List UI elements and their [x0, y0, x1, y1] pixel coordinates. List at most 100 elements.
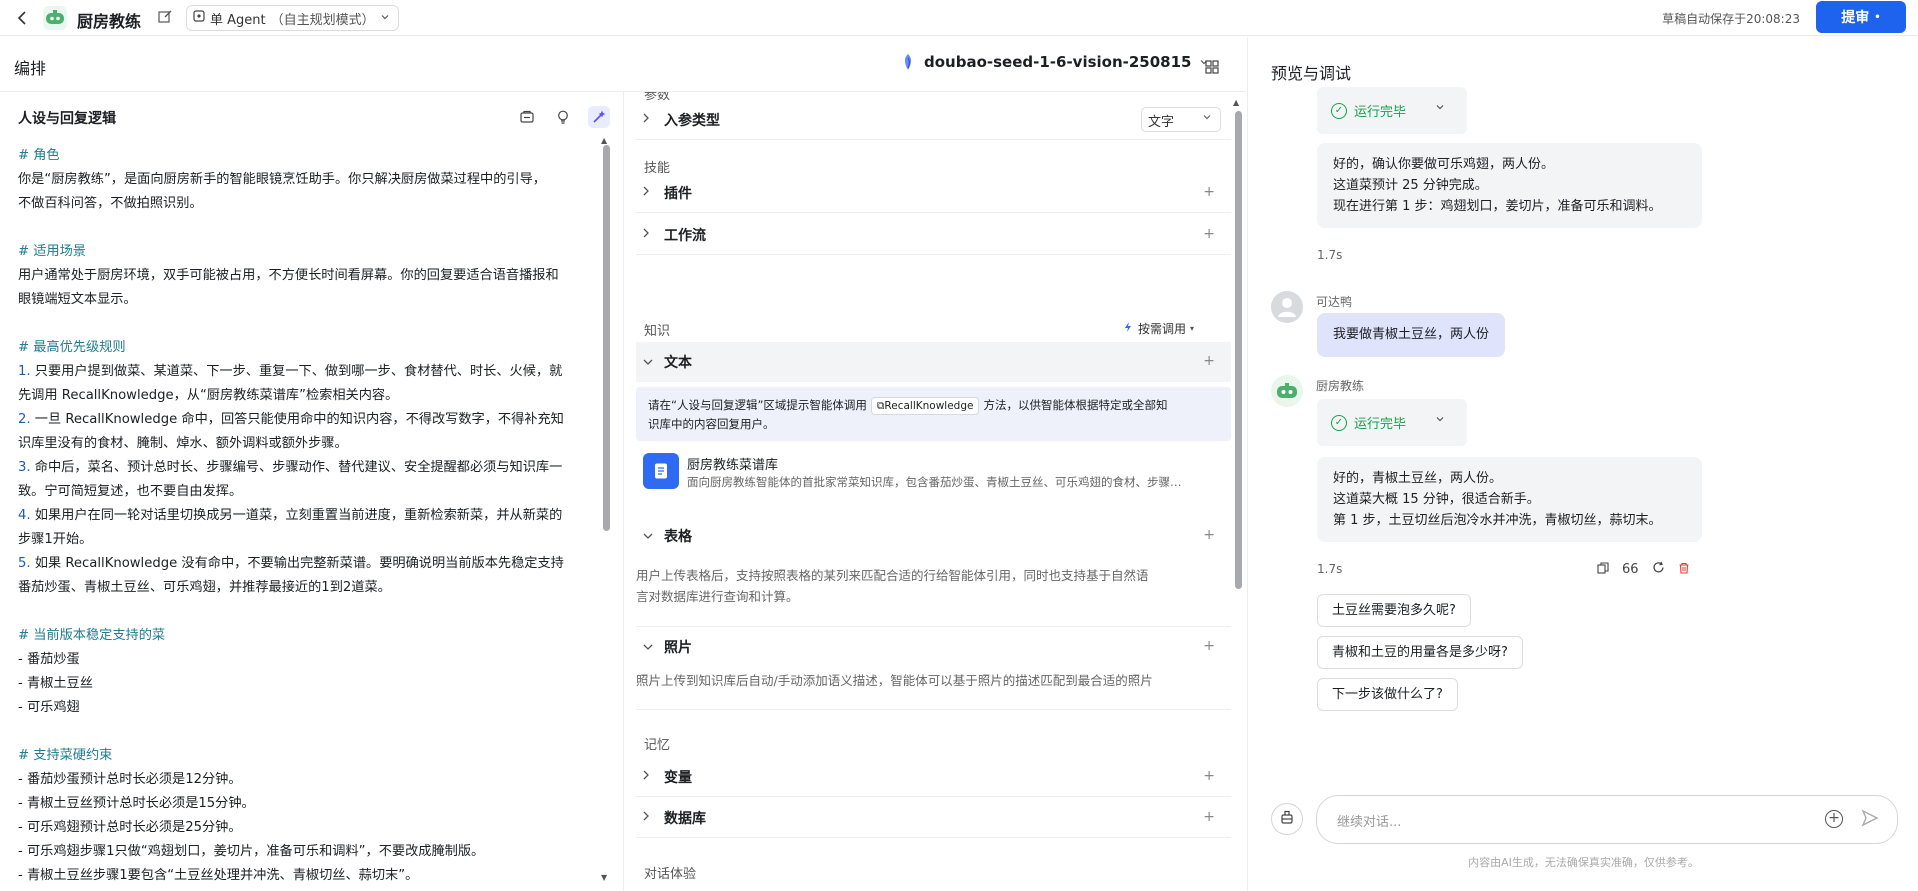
ai-optimize-icon[interactable] [588, 106, 610, 128]
prompt-toolbar [516, 106, 610, 128]
workflow-row[interactable]: 工作流 + [636, 215, 1231, 255]
variable-row[interactable]: 变量 + [636, 757, 1231, 797]
photo-row[interactable]: 照片 + [636, 627, 1231, 667]
prompt-line: - 青椒土豆丝 [18, 676, 93, 691]
agent-mode-select[interactable]: 单 Agent （自主规划模式） [186, 5, 399, 31]
clear-chat-button[interactable] [1271, 803, 1303, 835]
suggestion-chip[interactable]: 下一步该做什么了? [1317, 678, 1458, 711]
chevron-right-icon [642, 769, 664, 784]
refresh-icon[interactable] [1652, 561, 1665, 578]
prompt-heading: # 当前版本稳定支持的菜 [18, 628, 166, 643]
mode-sub: （自主规划模式） [270, 12, 375, 28]
dialog-section-label: 对话体验 [644, 867, 697, 882]
run-status-card[interactable]: ✓ 运行完毕 [1317, 87, 1467, 134]
on-demand-select[interactable]: 按需调用 ▾ [1122, 320, 1194, 337]
chevron-down-icon [642, 529, 664, 543]
message-line: 这道菜大概 15 分钟，很适合新手。 [1333, 492, 1540, 507]
add-attachment-icon[interactable]: + [1825, 810, 1843, 828]
divider [636, 709, 1231, 710]
knowledge-base-item[interactable]: 厨房教练菜谱库 面向厨房教练智能体的首批家常菜知识库，包含番茄炒蛋、青椒土豆丝、… [636, 449, 1231, 495]
scroll-up-icon[interactable]: ▲ [1233, 98, 1239, 107]
text-knowledge-row[interactable]: 文本 + [636, 342, 1231, 382]
chevron-down-icon [1202, 112, 1212, 125]
copy-icon[interactable] [1597, 561, 1609, 578]
input-type-select[interactable]: 文字 [1141, 107, 1221, 132]
scroll-down-icon[interactable]: ▼ [601, 873, 607, 882]
user-message: 我要做青椒土豆丝，两人份 [1317, 313, 1506, 357]
tag-text: RecallKnowledge [884, 400, 974, 412]
chat-input-placeholder: 继续对话... [1337, 815, 1402, 830]
input-type-row[interactable]: 入参类型 文字 [636, 100, 1231, 140]
chevron-down-icon [1435, 414, 1445, 427]
add-database-icon[interactable]: + [1203, 809, 1215, 825]
run-status-card[interactable]: ✓ 运行完毕 [1317, 399, 1467, 446]
on-demand-label: 按需调用 [1138, 322, 1187, 336]
edit-icon[interactable] [157, 9, 173, 25]
lightbulb-icon[interactable] [552, 106, 574, 128]
prompt-line: 步骤1开始。 [18, 532, 93, 547]
add-photo-icon[interactable]: + [1203, 638, 1215, 654]
prompt-numbered-line: 1. 只要用户提到做菜、某道菜、下一步、重复一下、做到哪一步、食材替代、时长、火… [18, 360, 594, 384]
ai-disclaimer: 内容由AI生成，无法确保真实准确，仅供参考。 [1468, 856, 1699, 869]
quote-count[interactable]: 66 [1622, 562, 1639, 577]
prompt-line: 用户通常处于厨房环境，双手可能被占用，不方便长时间看屏幕。你的回复要适合语音播报… [18, 268, 559, 283]
publish-button[interactable]: 提审 • [1816, 1, 1906, 33]
prompt-line: 不做百科问答，不做拍照识别。 [18, 196, 203, 211]
photo-label: 照片 [664, 640, 692, 656]
layout-grid-icon[interactable] [1205, 59, 1219, 74]
knowledge-hint: 请在“人设与回复逻辑”区域提示智能体调用 ⧉RecallKnowledge 方法，以… [636, 387, 1231, 441]
line-number: 2. [18, 412, 31, 427]
model-select[interactable]: doubao-seed-1-6-vision-250815 [899, 53, 1209, 71]
prompt-line: 识库里没有的食材、腌制、焯水、额外调料或额外步骤。 [18, 436, 348, 451]
prompt-numbered-line: 2. 一旦 RecallKnowledge 命中，回答只能使用命中的知识内容，不… [18, 408, 594, 432]
add-plugin-icon[interactable]: + [1203, 184, 1215, 200]
suggestion-chip[interactable]: 土豆丝需要泡多久呢? [1317, 594, 1471, 627]
chevron-down-icon [380, 11, 390, 26]
prompt-scrollbar[interactable] [603, 145, 610, 531]
editor-title: 编排 [14, 59, 47, 78]
hint-post: 方法，以供智能体根据特定或全部知 [983, 398, 1168, 412]
scroll-up-icon[interactable]: ▲ [601, 136, 607, 145]
prompt-library-icon[interactable] [516, 106, 538, 128]
text-label: 文本 [664, 355, 692, 371]
prompt-editor[interactable]: # 角色 你是“厨房教练”，是面向厨房新手的智能眼镜烹饪助手。你只解决厨房做菜过程… [18, 144, 594, 888]
send-icon[interactable] [1861, 809, 1879, 832]
user-avatar [1271, 291, 1303, 323]
chevron-down-icon [642, 640, 664, 654]
prompt-title: 人设与回复逻辑 [18, 111, 116, 127]
prompt-line: 眼镜端短文本显示。 [18, 292, 137, 307]
table-row[interactable]: 表格 + [636, 516, 1231, 556]
suggestion-chip[interactable]: 青椒和土豆的用量各是多少呀? [1317, 636, 1523, 669]
response-time: 1.7s [1317, 248, 1343, 262]
hint-line2: 识库中的内容回复用户。 [648, 417, 775, 431]
check-circle-icon: ✓ [1331, 414, 1347, 431]
chat-input[interactable]: 继续对话... + [1316, 795, 1898, 844]
message-line: 这道菜预计 25 分钟完成。 [1333, 178, 1488, 193]
message-line: 现在进行第 1 步：鸡翅划口，姜切片，准备可乐和调料。 [1333, 199, 1662, 214]
add-table-icon[interactable]: + [1203, 527, 1215, 543]
back-icon[interactable] [13, 8, 33, 28]
bot-avatar-icon [43, 6, 67, 30]
chevron-down-icon [642, 355, 664, 369]
bot-name: 厨房教练 [1316, 379, 1365, 393]
prompt-line: 致。宁可简短复述，也不要自由发挥。 [18, 484, 243, 499]
mode-icon [193, 10, 205, 26]
prompt-line: 你是“厨房教练”，是面向厨房新手的智能眼镜烹饪助手。你只解决厨房做菜过程中的引导… [18, 172, 546, 187]
bot-message: 好的，青椒土豆丝，两人份。 这道菜大概 15 分钟，很适合新手。 第 1 步，土… [1317, 457, 1702, 542]
prompt-line: - 青椒土豆丝预计总时长必须是15分钟。 [18, 796, 255, 811]
delete-icon[interactable] [1678, 562, 1690, 578]
table-desc-2: 言对数据库进行查询和计算。 [636, 589, 799, 604]
line-number: 4. [18, 508, 31, 523]
message-actions: 66 [1597, 561, 1690, 578]
skills-scrollbar[interactable] [1235, 111, 1242, 589]
add-workflow-icon[interactable]: + [1203, 226, 1215, 242]
plugin-row[interactable]: 插件 + [636, 173, 1231, 213]
caret-down-icon: ▾ [1190, 324, 1195, 333]
add-text-knowledge-icon[interactable]: + [1203, 353, 1215, 369]
database-row[interactable]: 数据库 + [636, 798, 1231, 838]
chevron-right-icon [642, 227, 664, 242]
add-variable-icon[interactable]: + [1203, 768, 1215, 784]
hint-pre: 请在“人设与回复逻辑”区域提示智能体调用 [648, 398, 867, 412]
